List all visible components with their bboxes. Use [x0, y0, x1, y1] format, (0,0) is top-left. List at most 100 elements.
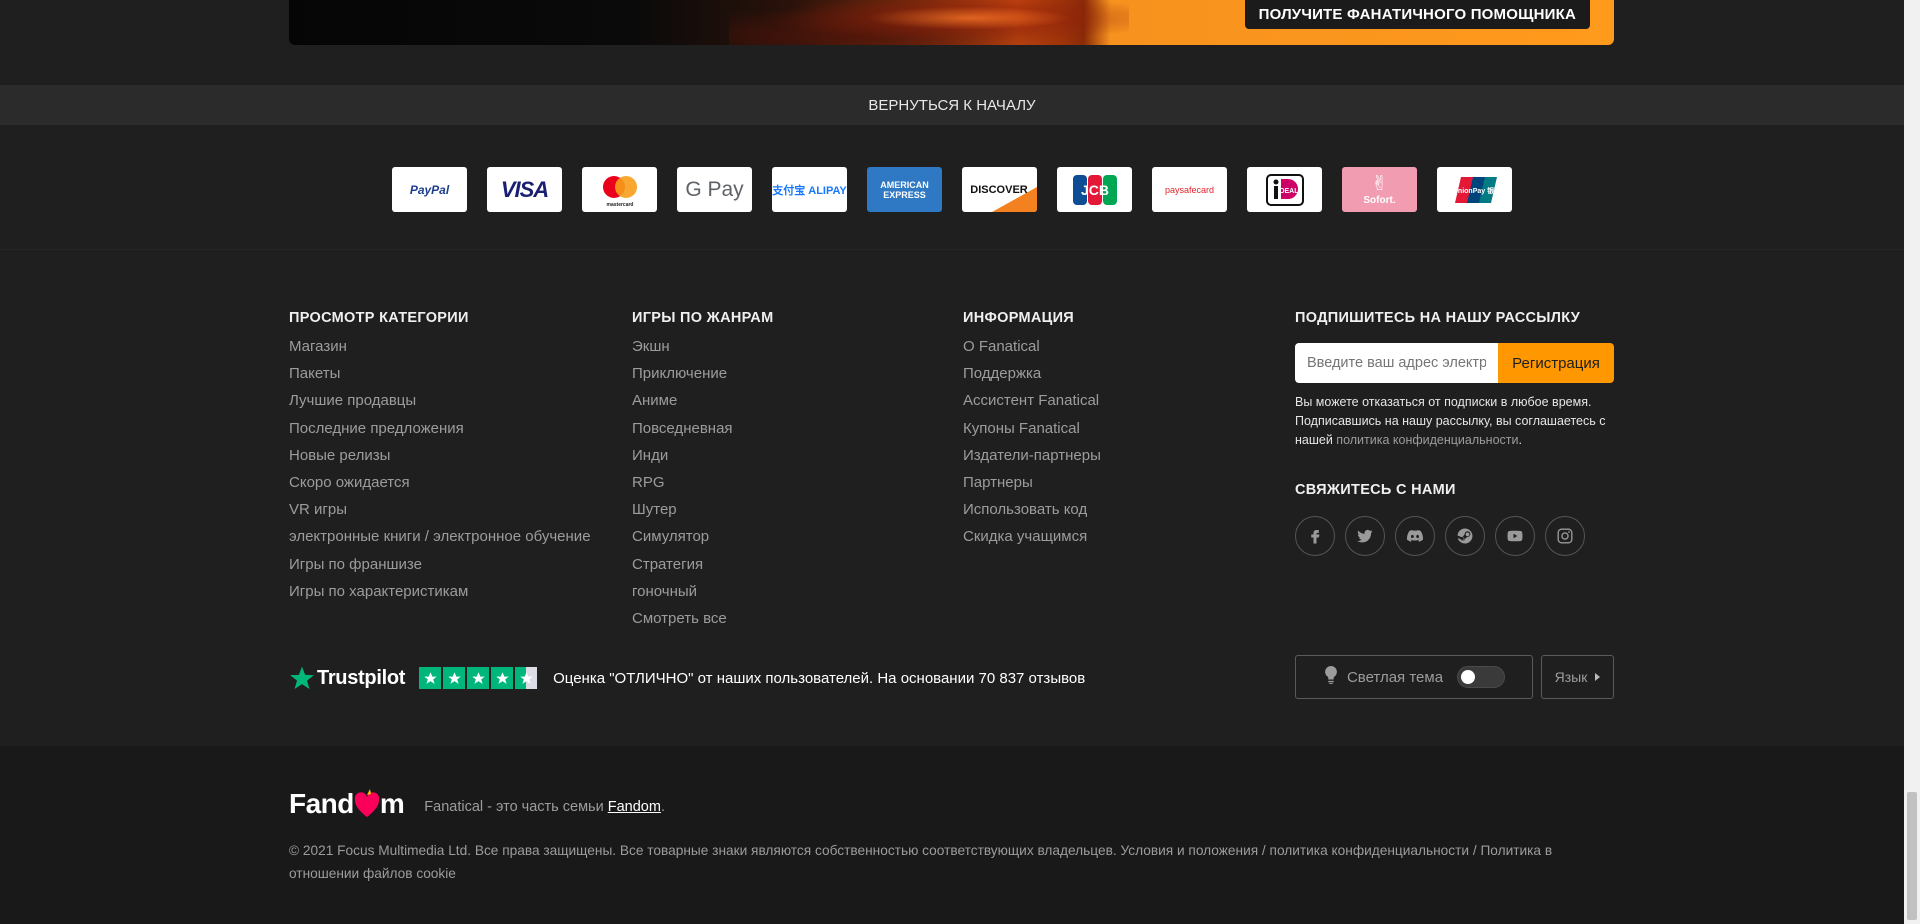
fandom-family-text: Fanatical - это часть семьи Fandom.	[424, 793, 665, 815]
steam-link[interactable]	[1445, 516, 1485, 556]
discord-icon	[1407, 530, 1424, 542]
fandom-heart-icon	[354, 789, 380, 817]
link-anime[interactable]: Аниме	[632, 391, 773, 418]
info-list: О Fanatical Поддержка Ассистент Fanatica…	[963, 337, 1101, 555]
link-coupons[interactable]: Купоны Fanatical	[963, 419, 1101, 446]
fandom-text: Fanatical - это часть семьи	[424, 799, 608, 815]
link-casual[interactable]: Повседневная	[632, 419, 773, 446]
lightbulb-icon	[1323, 665, 1339, 688]
link-student-discount[interactable]: Скидка учащимся	[963, 527, 1101, 554]
language-button[interactable]: Язык	[1541, 655, 1614, 699]
svg-text:DISCOVER: DISCOVER	[970, 184, 1028, 196]
link-games-by-franchise[interactable]: Игры по франшизе	[289, 555, 591, 582]
instagram-link[interactable]	[1545, 516, 1585, 556]
link-new-releases[interactable]: Новые релизы	[289, 446, 591, 473]
link-coming-soon[interactable]: Скоро ожидается	[289, 473, 591, 500]
unionpay-logo: UnionPay 银联	[1437, 167, 1512, 212]
jcb-icon: JCB	[1072, 174, 1117, 205]
language-label: Язык	[1554, 669, 1588, 685]
trustpilot-star-icon	[290, 666, 314, 690]
link-publishers[interactable]: Издатели-партнеры	[963, 446, 1101, 473]
link-racing[interactable]: гоночный	[632, 582, 773, 609]
peace-hand-icon: ✌	[1371, 173, 1388, 195]
link-shop[interactable]: Магазин	[289, 337, 591, 364]
star-icon	[519, 671, 533, 684]
promo-banner[interactable]: ПОЛУЧИТЕ ФАНАТИЧНОГО ПОМОЩНИКА	[289, 0, 1614, 45]
newsletter: ПОДПИШИТЕСЬ НА НАШУ РАССЫЛКУ Регистрация…	[1295, 310, 1614, 450]
link-strategy[interactable]: Стратегия	[632, 555, 773, 582]
fandom-row: Fand m Fanatical - это часть семьи Fando…	[289, 788, 665, 820]
categories-list: Магазин Пакеты Лучшие продавцы Последние…	[289, 337, 591, 609]
link-action[interactable]: Экшн	[632, 337, 773, 364]
page-scrollbar[interactable]	[1904, 0, 1920, 924]
social-links	[1295, 516, 1585, 556]
instagram-icon	[1557, 528, 1573, 544]
rating-star-3	[467, 667, 490, 689]
alipay-logo: 支付宝 ALIPAY	[772, 167, 847, 212]
twitter-link[interactable]	[1345, 516, 1385, 556]
link-adventure[interactable]: Приключение	[632, 364, 773, 391]
link-assistant[interactable]: Ассистент Fanatical	[963, 391, 1101, 418]
google-pay-logo: G Pay	[677, 167, 752, 212]
trustpilot-rating-stars	[419, 667, 538, 689]
back-to-top-button[interactable]: ВЕРНУТЬСЯ К НАЧАЛУ	[0, 85, 1904, 125]
link-latest-deals[interactable]: Последние предложения	[289, 419, 591, 446]
light-theme-toggle[interactable]: Светлая тема	[1295, 655, 1533, 699]
paysafecard-logo: paysafecard	[1152, 167, 1227, 212]
genres-title: ИГРЫ ПО ЖАНРАМ	[632, 310, 774, 326]
newsletter-note: Вы можете отказаться от подписки в любое…	[1295, 393, 1614, 450]
link-rpg[interactable]: RPG	[632, 473, 773, 500]
caret-right-icon	[1595, 673, 1601, 681]
link-view-all[interactable]: Смотреть все	[632, 609, 773, 636]
genres-column: ИГРЫ ПО ЖАНРАМ Экшн Приключение Аниме По…	[632, 310, 773, 636]
jcb-logo: JCB	[1057, 167, 1132, 212]
banner-artwork	[729, 0, 1129, 45]
link-vr-games[interactable]: VR игры	[289, 500, 591, 527]
link-games-by-features[interactable]: Игры по характеристикам	[289, 582, 591, 609]
trustpilot-logo-text: Trustpilot	[317, 666, 406, 689]
twitter-icon	[1357, 529, 1373, 543]
link-redeem-code[interactable]: Использовать код	[963, 500, 1101, 527]
fandom-logo[interactable]: Fand m	[289, 788, 405, 820]
link-partners[interactable]: Партнеры	[963, 473, 1101, 500]
privacy-policy-link[interactable]: политика конфиденциальности	[1336, 433, 1518, 447]
mastercard-icon: mastercard	[602, 175, 637, 208]
discord-link[interactable]	[1395, 516, 1435, 556]
email-input[interactable]	[1295, 343, 1498, 383]
link-indie[interactable]: Инди	[632, 446, 773, 473]
get-assistant-button[interactable]: ПОЛУЧИТЕ ФАНАТИЧНОГО ПОМОЩНИКА	[1244, 0, 1590, 29]
amex-logo: AMERICAN EXPRESS	[867, 167, 942, 212]
unionpay-icon: UnionPay 银联	[1452, 176, 1500, 203]
newsletter-note-end: .	[1518, 433, 1522, 447]
link-about[interactable]: О Fanatical	[963, 337, 1101, 364]
theme-switch[interactable]	[1457, 666, 1506, 688]
discover-logo: DISCOVER	[962, 167, 1037, 212]
register-button[interactable]: Регистрация	[1498, 343, 1614, 383]
trustpilot-widget[interactable]: Trustpilot Оценка "ОТЛИЧНО" от наших пол…	[289, 662, 1085, 694]
theme-switch-knob	[1461, 670, 1476, 684]
youtube-link[interactable]	[1495, 516, 1535, 556]
fandom-logo-text-b: m	[379, 788, 405, 819]
paypal-logo: PayPal	[392, 167, 467, 212]
fandom-link[interactable]: Fandom	[608, 799, 661, 815]
rating-star-1	[419, 667, 442, 689]
link-simulation[interactable]: Симулятор	[632, 527, 773, 554]
mastercard-logo: mastercard	[582, 167, 657, 212]
link-bundles[interactable]: Пакеты	[289, 364, 591, 391]
facebook-link[interactable]	[1295, 516, 1335, 556]
contact-section: СВЯЖИТЕСЬ С НАМИ	[1295, 482, 1585, 556]
link-ebooks-elearning[interactable]: электронные книги / электронное обучение	[289, 527, 591, 554]
visa-logo: VISA	[487, 167, 562, 212]
copyright-text: © 2021 Focus Multimedia Ltd. Все права з…	[289, 843, 1553, 881]
svg-text:mastercard: mastercard	[606, 202, 633, 208]
facebook-icon	[1311, 530, 1320, 544]
star-icon	[447, 671, 461, 684]
sofort-logo: ✌ Sofort.	[1342, 167, 1417, 212]
link-support[interactable]: Поддержка	[963, 364, 1101, 391]
divider	[0, 249, 1904, 250]
fandom-text-end: .	[660, 799, 665, 815]
link-best-sellers[interactable]: Лучшие продавцы	[289, 391, 591, 418]
newsletter-title: ПОДПИШИТЕСЬ НА НАШУ РАССЫЛКУ	[1295, 310, 1581, 326]
scrollbar-thumb[interactable]	[1907, 792, 1917, 920]
link-shooter[interactable]: Шутер	[632, 500, 773, 527]
